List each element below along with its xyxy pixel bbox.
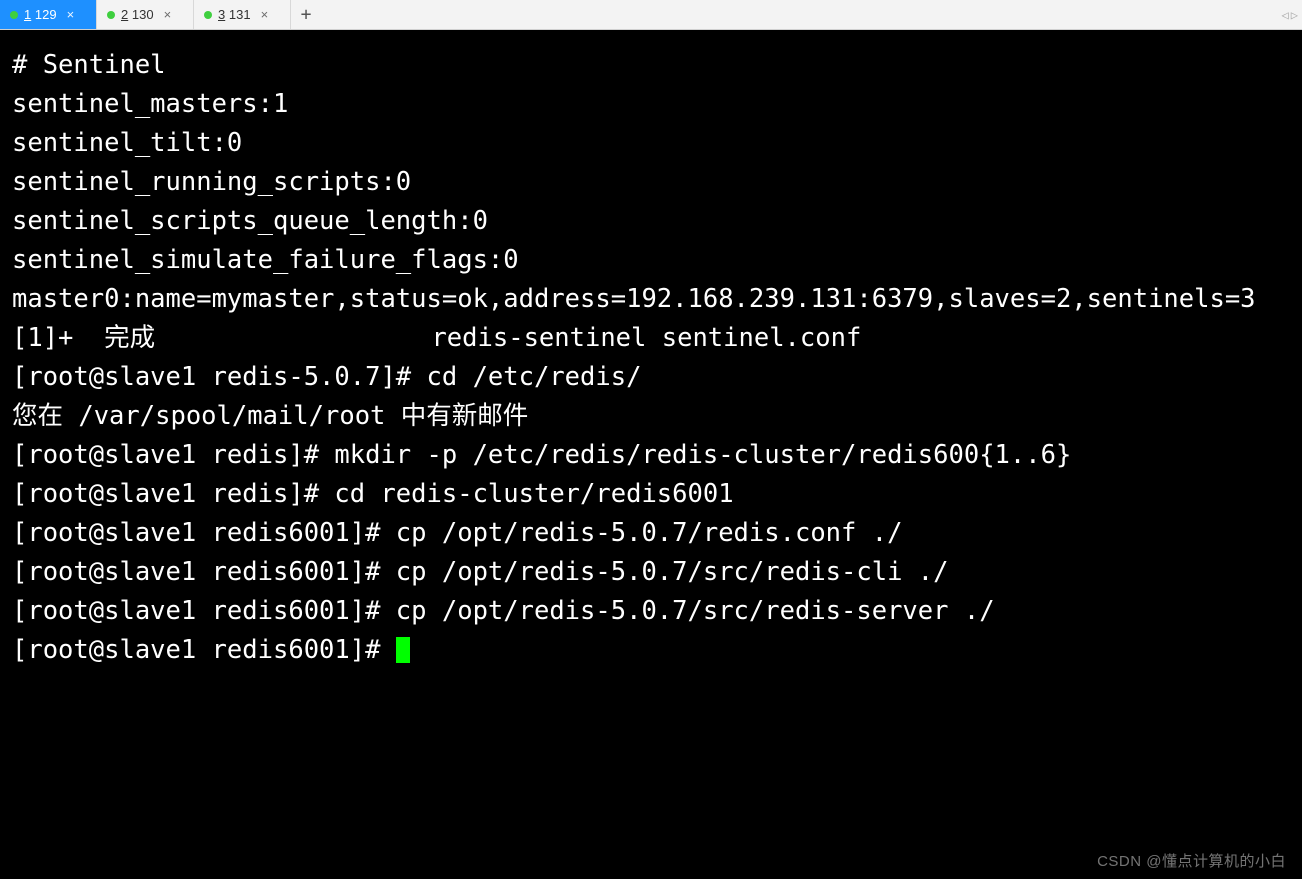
tab-label: 130 bbox=[132, 7, 154, 22]
terminal-line: sentinel_tilt:0 bbox=[12, 128, 242, 158]
terminal-line: [root@slave1 redis]# cd redis-cluster/re… bbox=[12, 479, 734, 509]
tab-1[interactable]: 1 129 × bbox=[0, 0, 97, 29]
tab-label: 131 bbox=[229, 7, 251, 22]
tab-bar: 1 129 × 2 130 × 3 131 × + ◁ ▷ bbox=[0, 0, 1302, 30]
tab-index: 2 bbox=[121, 7, 128, 22]
terminal-line: [root@slave1 redis6001]# cp /opt/redis-5… bbox=[12, 596, 995, 626]
nav-right-icon[interactable]: ▷ bbox=[1291, 8, 1298, 22]
close-icon[interactable]: × bbox=[164, 7, 172, 22]
terminal-line: [root@slave1 redis6001]# cp /opt/redis-5… bbox=[12, 557, 949, 587]
terminal-line: [root@slave1 redis6001]# cp /opt/redis-5… bbox=[12, 518, 902, 548]
terminal-prompt: [root@slave1 redis6001]# bbox=[12, 635, 396, 665]
status-dot-icon bbox=[204, 11, 212, 19]
terminal-line: 您在 /var/spool/mail/root 中有新邮件 bbox=[12, 401, 528, 431]
terminal-line: [root@slave1 redis]# mkdir -p /etc/redis… bbox=[12, 440, 1071, 470]
terminal-line: [1]+ 完成 redis-sentinel sentinel.conf bbox=[12, 323, 861, 353]
cursor-icon bbox=[396, 637, 410, 663]
tab-label: 129 bbox=[35, 7, 57, 22]
terminal-output[interactable]: # Sentinel sentinel_masters:1 sentinel_t… bbox=[0, 30, 1302, 879]
tab-index: 1 bbox=[24, 7, 31, 22]
watermark: CSDN @懂点计算机的小白 bbox=[1097, 850, 1286, 871]
new-tab-button[interactable]: + bbox=[291, 0, 321, 29]
close-icon[interactable]: × bbox=[261, 7, 269, 22]
terminal-line: sentinel_masters:1 bbox=[12, 89, 288, 119]
tab-nav: ◁ ▷ bbox=[1282, 0, 1298, 29]
terminal-line: # Sentinel bbox=[12, 50, 166, 80]
status-dot-icon bbox=[10, 11, 18, 19]
tab-index: 3 bbox=[218, 7, 225, 22]
terminal-line: [root@slave1 redis-5.0.7]# cd /etc/redis… bbox=[12, 362, 641, 392]
tab-3[interactable]: 3 131 × bbox=[194, 0, 291, 29]
terminal-line: master0:name=mymaster,status=ok,address=… bbox=[12, 284, 1256, 314]
close-icon[interactable]: × bbox=[67, 7, 75, 22]
terminal-line: sentinel_scripts_queue_length:0 bbox=[12, 206, 488, 236]
terminal-line: sentinel_simulate_failure_flags:0 bbox=[12, 245, 519, 275]
status-dot-icon bbox=[107, 11, 115, 19]
nav-left-icon[interactable]: ◁ bbox=[1282, 8, 1289, 22]
tab-2[interactable]: 2 130 × bbox=[97, 0, 194, 29]
terminal-line: sentinel_running_scripts:0 bbox=[12, 167, 411, 197]
